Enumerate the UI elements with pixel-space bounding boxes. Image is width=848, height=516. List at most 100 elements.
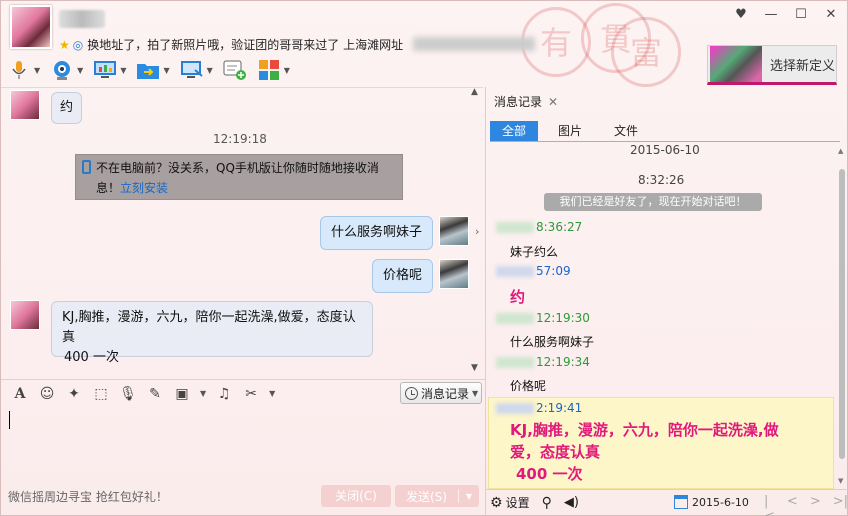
minimize-button[interactable]: —	[763, 7, 779, 22]
settings-button[interactable]: ⚙ 设置	[490, 494, 530, 511]
microphone-icon	[7, 59, 31, 81]
voice-call-button[interactable]: ▼	[7, 59, 40, 81]
qq-status-icon: ◎	[72, 38, 84, 52]
maximize-button[interactable]: ☐	[793, 7, 809, 22]
message-history-panel: 消息记录 ✕ 全部 图片 文件 2015-06-10 8:32:26 我们已经是好…	[485, 87, 848, 516]
file-transfer-icon	[136, 59, 160, 81]
chevron-down-icon[interactable]: ▼	[284, 66, 290, 75]
panel-title-text: 消息记录	[494, 95, 543, 109]
clock-icon	[405, 386, 418, 400]
message-input-field[interactable]	[9, 411, 10, 429]
message-bubble[interactable]: 什么服务啊妹子	[320, 216, 434, 250]
send-button[interactable]: 发送(S) ▼	[395, 485, 479, 507]
video-call-button[interactable]: ▼	[50, 59, 83, 81]
self-avatar[interactable]	[439, 216, 469, 246]
message-bubble[interactable]: KJ,胸推，漫游，六九，陪你一起洗澡,做爱，态度认真 400 一次	[51, 301, 373, 365]
divider	[458, 489, 459, 503]
skin-label: 选择新定义	[770, 58, 836, 74]
remote-desktop-button[interactable]: ▼	[180, 59, 213, 81]
prev-page-icon[interactable]: <	[787, 494, 798, 516]
chevron-down-icon[interactable]: ▼	[269, 389, 275, 398]
next-page-icon[interactable]: >	[810, 494, 821, 516]
edit-icon[interactable]: ✎	[146, 385, 164, 403]
install-link[interactable]: 立刻安装	[120, 181, 168, 195]
emoji-icon[interactable]: ☺	[38, 385, 56, 403]
speaker-button[interactable]: ◀)	[564, 495, 579, 510]
chevron-down-icon[interactable]: ▼	[77, 66, 83, 75]
tab-files[interactable]: 文件	[602, 121, 650, 141]
promo-text[interactable]: 微信摇周边寻宝 抢红包好礼！	[8, 488, 168, 505]
font-icon[interactable]: A	[11, 385, 29, 403]
contact-message-avatar[interactable]	[10, 300, 40, 330]
message-history-button[interactable]: 消息记录 ▼	[400, 382, 482, 404]
chevron-down-icon[interactable]: ▼	[120, 66, 126, 75]
history-scrollbar[interactable]: ▲ ▼	[838, 147, 846, 487]
apps-button[interactable]: ▼	[257, 59, 290, 81]
last-page-icon[interactable]: >|	[833, 494, 848, 516]
history-message-line: 400 一次	[516, 465, 583, 483]
screen-share-button[interactable]: ▼	[93, 59, 126, 81]
history-message-line: 爱，态度认真	[510, 443, 601, 461]
chevron-down-icon[interactable]: ▼	[459, 492, 479, 501]
chevron-down-icon[interactable]: ▼	[207, 66, 213, 75]
date-picker[interactable]: 2015-6-10	[674, 495, 749, 509]
skin-thumbnail	[710, 46, 762, 82]
history-footer: ⚙ 设置 ⚲ ◀) 2015-6-10 |< < > >|	[486, 489, 848, 516]
decorative-seal-right: 富	[611, 17, 681, 87]
scissors-icon[interactable]: ✂	[242, 385, 260, 403]
sender-name-blurred	[496, 222, 534, 233]
tab-images[interactable]: 图片	[546, 121, 594, 141]
sender-name-blurred	[496, 403, 534, 414]
screenshot-icon[interactable]: ⬚	[92, 385, 110, 403]
search-icon: ⚲	[541, 494, 552, 511]
self-avatar[interactable]	[439, 259, 469, 289]
chat-message-area[interactable]: 约 12:19:18 不在电脑前？没关系，QQ手机版让你随时随地接收消息！立刻安…	[1, 87, 483, 379]
settings-label: 设置	[505, 496, 530, 510]
shake-icon[interactable]: ✦	[65, 385, 83, 403]
collapse-panel-icon[interactable]: ›	[475, 225, 479, 238]
screen-share-icon	[93, 59, 117, 81]
skin-icon[interactable]: ♥	[733, 7, 749, 22]
image-icon[interactable]: ▣	[173, 385, 191, 403]
speaker-icon: ◀)	[563, 495, 579, 510]
history-message: 价格呢	[510, 379, 547, 393]
message-bubble[interactable]: 价格呢	[372, 259, 434, 293]
chevron-down-icon[interactable]: ▼	[200, 389, 206, 398]
vip-star-icon: ★	[59, 38, 70, 52]
chevron-down-icon[interactable]: ▼	[34, 66, 40, 75]
first-page-icon[interactable]: |<	[764, 494, 775, 516]
send-label: 发送(S)	[406, 489, 447, 504]
history-list[interactable]: 2015-06-10 8:32:26 我们已经是好友了，现在开始对话吧！ 8:3…	[486, 143, 838, 489]
contact-avatar[interactable]	[10, 5, 52, 49]
message-bubble[interactable]: 约	[51, 92, 83, 124]
history-label: 消息记录	[421, 386, 470, 401]
send-file-button[interactable]: ▼	[136, 59, 170, 81]
scroll-down-icon[interactable]: ▼	[838, 477, 843, 485]
pagination: |< < > >|	[764, 494, 848, 516]
contact-message-avatar[interactable]	[10, 90, 40, 120]
close-button[interactable]: ✕	[823, 7, 839, 22]
tab-all[interactable]: 全部	[490, 121, 539, 141]
skin-selector-button[interactable]: 选择新定义	[707, 45, 837, 85]
phone-icon	[82, 160, 91, 174]
voice-message-icon[interactable]: 🎙	[119, 385, 137, 403]
history-tabs: 全部 图片 文件	[490, 121, 650, 141]
message-line: KJ,胸推，漫游，六九，陪你一起洗澡,做爱，态度认真	[62, 310, 356, 345]
scroll-up-icon[interactable]: ▲	[471, 87, 478, 97]
message-line: 400 一次	[64, 350, 119, 365]
contact-name-blurred	[59, 10, 105, 28]
history-message: 约	[510, 288, 526, 306]
scroll-down-icon[interactable]: ▼	[471, 363, 478, 373]
search-button[interactable]: ⚲	[542, 495, 552, 511]
close-chat-button[interactable]: 关闭(C)	[321, 485, 391, 507]
music-icon[interactable]: ♫	[215, 385, 233, 403]
scroll-up-icon[interactable]: ▲	[838, 147, 843, 155]
chevron-down-icon[interactable]: ▼	[163, 66, 169, 75]
scrollbar-thumb[interactable]	[839, 169, 845, 459]
chat-window: 有 貫 富 ★ ◎ 换地址了，拍了新照片哦，验证团的哥哥来过了 上海滩网址 ♥ — …	[0, 0, 848, 516]
create-group-button[interactable]	[223, 59, 247, 81]
sender-name-blurred	[496, 357, 534, 368]
close-icon[interactable]: ✕	[548, 95, 558, 109]
sender-name-blurred	[496, 313, 534, 324]
webcam-icon	[50, 59, 74, 81]
